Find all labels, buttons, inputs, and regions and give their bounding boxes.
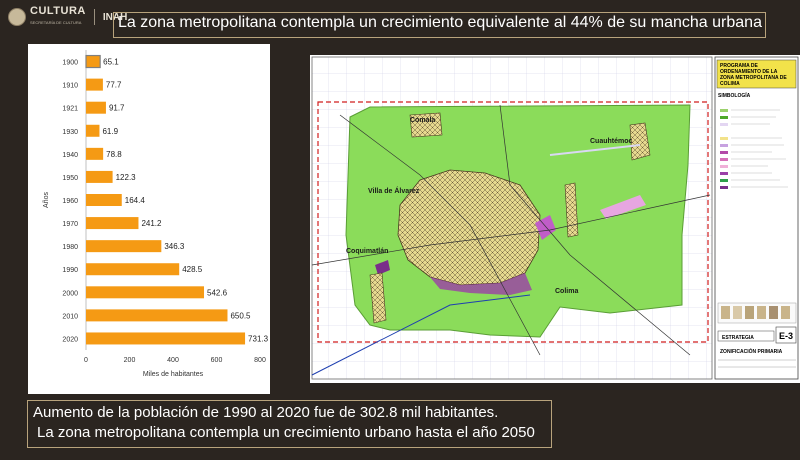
bar-value-label: 78.8: [106, 150, 122, 159]
y-tick-label: 1980: [62, 244, 78, 251]
place-cuauhtemoc: Cuauhtémoc: [590, 138, 633, 145]
place-villa-de-alvarez: Villa de Álvarez: [368, 186, 420, 195]
y-tick-label: 1940: [62, 152, 78, 159]
bar: [85, 54, 101, 69]
bar: [86, 170, 113, 183]
zoning-map: Comala Cuauhtémoc Villa de Álvarez Coqui…: [311, 56, 799, 380]
population-bar-chart: 0 200 400 600 800 Miles de habitantes Años 1900…: [43, 50, 269, 378]
bar-value-label: 542.6: [207, 288, 228, 297]
y-tick-label: 1950: [62, 175, 78, 182]
bar: [86, 124, 100, 137]
x-tick-label: 600: [211, 357, 223, 364]
y-tick-label: 1930: [62, 129, 78, 136]
bar-value-label: 65.1: [103, 58, 119, 67]
bar-value-label: 77.7: [106, 81, 122, 90]
y-axis-title: Años: [43, 192, 50, 208]
logo-divider: [93, 9, 95, 25]
y-tick-label: 2000: [62, 290, 78, 297]
brand-name: CULTURA: [30, 5, 86, 17]
zoning-map-panel: Comala Cuauhtémoc Villa de Álvarez Coqui…: [310, 55, 800, 383]
bar-value-label: 346.3: [164, 242, 185, 251]
urban-area: [397, 169, 541, 286]
seal-icon: [8, 8, 26, 26]
bar: [86, 309, 228, 322]
x-tick-label: 200: [124, 357, 136, 364]
y-tick-label: 2010: [62, 313, 78, 320]
legend-seals: [717, 302, 797, 324]
x-tick-label: 800: [254, 357, 266, 364]
place-coquimatlan: Coquimatlán: [346, 248, 388, 255]
legend-heading: SIMBOLOGÍA: [718, 91, 751, 99]
cultura-logo: CULTURA SECRETARÍA DE CULTURA INAH: [8, 6, 127, 28]
bar: [86, 286, 205, 299]
y-tick-label: 1900: [62, 60, 78, 67]
bar: [86, 101, 106, 114]
summary-line-1: Aumento de la población de 1990 al 2020 …: [33, 404, 499, 421]
summary-line-2: La zona metropolitana contempla un creci…: [37, 424, 535, 441]
place-comala: Comala: [410, 117, 435, 124]
population-chart-panel: 0 200 400 600 800 Miles de habitantes Años 1900…: [28, 44, 270, 394]
sheet-label: ESTRATEGIA: [722, 335, 754, 341]
place-colima: Colima: [555, 288, 578, 295]
bar: [86, 240, 162, 253]
bar-value-label: 122.3: [116, 173, 137, 182]
bar-value-label: 650.5: [230, 311, 251, 320]
bar-value-label: 91.7: [109, 104, 125, 113]
x-tick-label: 400: [167, 357, 179, 364]
brand-subtitle: SECRETARÍA DE CULTURA: [30, 20, 82, 25]
bar: [86, 78, 103, 91]
slide-title: La zona metropolitana contempla un creci…: [118, 14, 762, 31]
y-tick-label: 1970: [62, 221, 78, 228]
bar: [86, 147, 104, 160]
x-axis-title: Miles de habitantes: [143, 371, 204, 378]
y-tick-label: 2020: [62, 336, 78, 343]
sheet-subtitle: ZONIFICACIÓN PRIMARIA: [720, 347, 783, 355]
y-tick-label: 1921: [62, 106, 78, 113]
bar-value-label: 241.2: [141, 219, 162, 228]
bar-value-label: 61.9: [102, 127, 118, 136]
bar: [86, 194, 122, 206]
y-tick-label: 1990: [62, 267, 78, 274]
bar-value-label: 164.4: [125, 196, 146, 205]
sheet-code: E-3: [779, 331, 793, 341]
y-tick-label: 1910: [62, 83, 78, 90]
bar: [86, 263, 180, 276]
y-tick-label: 1960: [62, 198, 78, 205]
x-tick-label: 0: [84, 357, 88, 364]
bar-value-label: 428.5: [182, 265, 203, 274]
bar-value-label: 731.3: [248, 334, 269, 343]
bar: [86, 332, 246, 345]
bar: [86, 217, 139, 230]
